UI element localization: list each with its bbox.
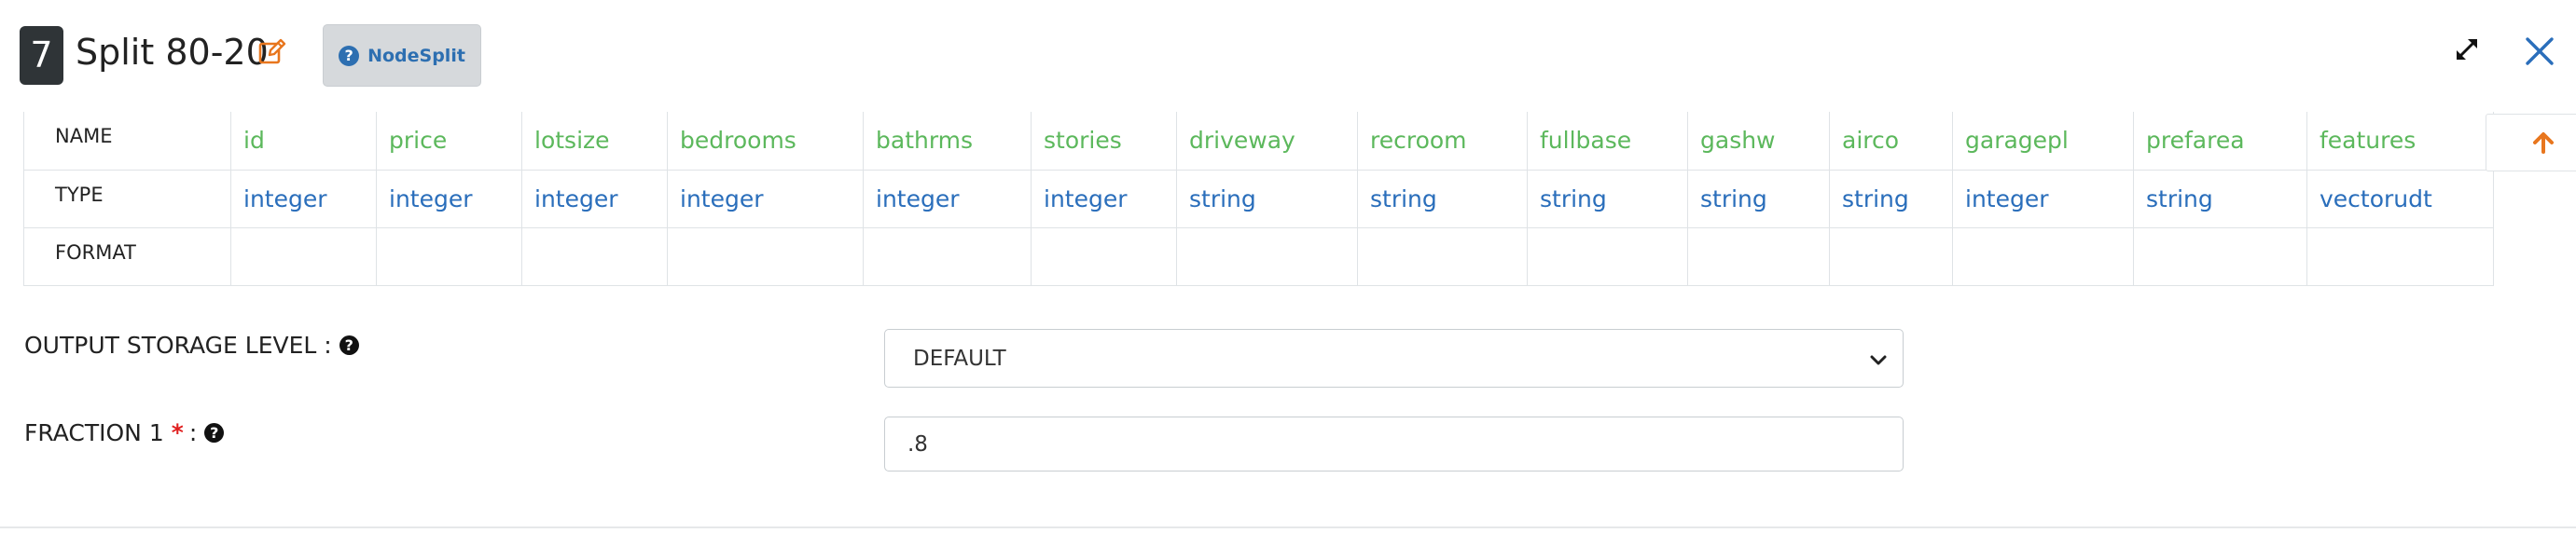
column-type: string — [1687, 169, 1830, 228]
column-name: fullbase — [1527, 112, 1688, 171]
edit-icon[interactable] — [257, 37, 287, 67]
column-type: integer — [1952, 169, 2134, 228]
column-type: string — [1829, 169, 1953, 228]
fraction-input[interactable]: .8 — [884, 417, 1904, 472]
column-type: integer — [1031, 169, 1177, 228]
column-name: bedrooms — [667, 112, 864, 171]
column-type: string — [1176, 169, 1358, 228]
column-type: integer — [521, 169, 668, 228]
column-format — [1829, 226, 1953, 286]
help-icon[interactable]: ? — [339, 335, 359, 355]
question-circle-icon: ? — [339, 45, 360, 66]
scroll-up-button[interactable] — [2486, 114, 2576, 171]
column-format — [1176, 226, 1358, 286]
column-format — [1357, 226, 1528, 286]
column-type: integer — [863, 169, 1032, 228]
column-type: integer — [376, 169, 522, 228]
node-type-button[interactable]: ? NodeSplit — [323, 24, 481, 87]
column-format — [1031, 226, 1177, 286]
help-icon[interactable]: ? — [204, 423, 225, 443]
row-label-name: NAME — [23, 112, 231, 171]
required-mark: * — [171, 419, 184, 446]
storage-level-select[interactable]: DEFAULT — [884, 329, 1904, 388]
column-name: garagepl — [1952, 112, 2134, 171]
column-type: integer — [667, 169, 864, 228]
schema-table: NAME id price lotsize bedrooms bathrms s… — [23, 112, 2494, 286]
expand-icon[interactable] — [2451, 34, 2483, 65]
bottom-divider — [0, 526, 2576, 528]
node-number-badge: 7 — [20, 26, 63, 85]
fraction-label-group: FRACTION 1 * : ? — [24, 419, 225, 446]
column-type: string — [1357, 169, 1528, 228]
column-type: string — [1527, 169, 1688, 228]
column-name: id — [230, 112, 377, 171]
column-format — [1527, 226, 1688, 286]
chevron-down-icon — [1870, 355, 1887, 365]
column-format — [521, 226, 668, 286]
column-format — [667, 226, 864, 286]
arrow-up-icon — [2533, 132, 2554, 154]
column-name: prefarea — [2133, 112, 2307, 171]
column-type: vectorudt — [2306, 169, 2494, 228]
close-icon[interactable] — [2522, 34, 2557, 69]
column-type: integer — [230, 169, 377, 228]
column-name: driveway — [1176, 112, 1358, 171]
column-name: gashw — [1687, 112, 1830, 171]
storage-level-value: DEFAULT — [913, 346, 1006, 371]
node-title: Split 80-20 — [76, 32, 269, 73]
column-format — [2306, 226, 2494, 286]
row-label-format: FORMAT — [23, 226, 231, 286]
column-name: airco — [1829, 112, 1953, 171]
schema-type-row: TYPE integer integer integer integer int… — [23, 169, 2494, 228]
fraction-label: FRACTION 1 — [24, 419, 164, 446]
schema-name-row: NAME id price lotsize bedrooms bathrms s… — [23, 112, 2494, 171]
column-name: price — [376, 112, 522, 171]
panel-header: 7 Split 80-20 ? NodeSplit — [0, 0, 2576, 112]
column-type: string — [2133, 169, 2307, 228]
row-label-type: TYPE — [23, 169, 231, 228]
column-name: lotsize — [521, 112, 668, 171]
fraction-label-separator: : — [188, 419, 198, 446]
node-type-label: NodeSplit — [367, 45, 465, 66]
column-format — [2133, 226, 2307, 286]
column-format — [376, 226, 522, 286]
storage-level-label: OUTPUT STORAGE LEVEL : — [24, 332, 332, 359]
column-format — [863, 226, 1032, 286]
storage-level-label-group: OUTPUT STORAGE LEVEL : ? — [24, 332, 359, 359]
schema-format-row: FORMAT — [23, 226, 2494, 286]
column-name: bathrms — [863, 112, 1032, 171]
column-format — [1687, 226, 1830, 286]
column-format — [230, 226, 377, 286]
column-name: recroom — [1357, 112, 1528, 171]
column-name: stories — [1031, 112, 1177, 171]
node-config-panel: 7 Split 80-20 ? NodeSplit NAME id price … — [0, 0, 2576, 533]
column-name: features — [2306, 112, 2494, 171]
column-format — [1952, 226, 2134, 286]
fraction-value: .8 — [907, 431, 928, 457]
